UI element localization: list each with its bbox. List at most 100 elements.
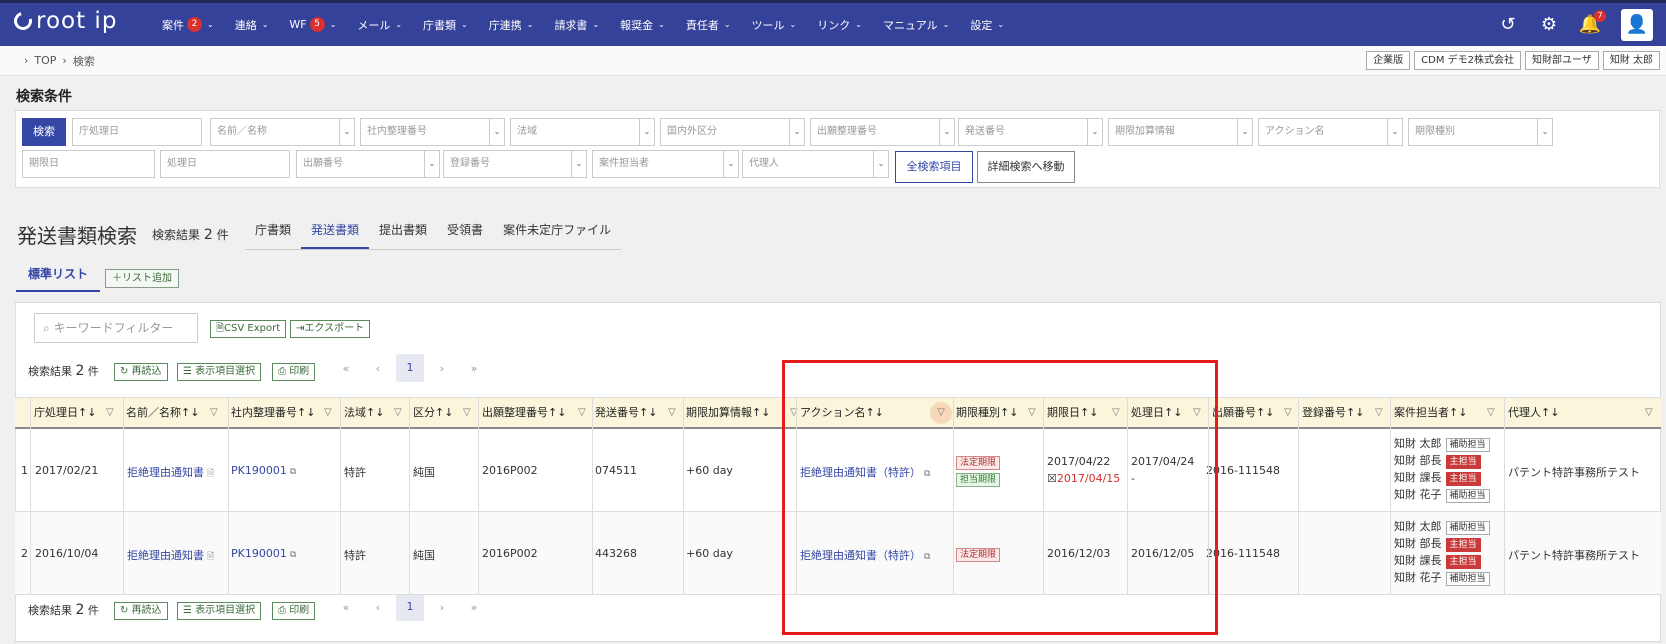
header-chip[interactable]: 知財部ユーザ bbox=[1525, 51, 1599, 70]
tab-doc[interactable]: 受領書 bbox=[437, 218, 493, 249]
search-field[interactable]: 出願整理番号 ⌄ bbox=[810, 118, 955, 146]
column-header[interactable]: 庁処理日↑↓ bbox=[34, 398, 96, 428]
search-field[interactable]: 期限種別 ⌄ bbox=[1408, 118, 1553, 146]
all-fields-button[interactable]: 全検索項目 bbox=[895, 151, 973, 183]
page-nav-icon[interactable]: › bbox=[426, 362, 458, 375]
document-name-link[interactable]: 拒絶理由通知書 🗎 bbox=[127, 464, 214, 482]
action-name-link[interactable]: 拒絶理由通知書（特許） ⧉ bbox=[800, 547, 930, 563]
filter-icon[interactable]: ▽ bbox=[1193, 398, 1201, 428]
column-header[interactable]: 社内整理番号↑↓ bbox=[231, 398, 315, 428]
filter-icon[interactable]: ▽ bbox=[668, 398, 676, 428]
search-field[interactable]: 期限加算情報 ⌄ bbox=[1108, 118, 1253, 146]
page-nav-icon[interactable]: « bbox=[330, 362, 362, 375]
header-chip[interactable]: 企業版 bbox=[1366, 51, 1411, 70]
logo[interactable]: root ip bbox=[10, 8, 117, 34]
search-field[interactable]: 案件担当者 ⌄ bbox=[592, 150, 739, 178]
menu-item[interactable]: メール ⌄ bbox=[357, 17, 402, 33]
internal-ref-link[interactable]: PK190001 ⧉ bbox=[231, 547, 296, 560]
tab-doc[interactable]: 発送書類 bbox=[301, 218, 370, 249]
search-field[interactable]: 名前／名称 ⌄ bbox=[210, 118, 355, 146]
search-field[interactable]: 出願番号 ⌄ bbox=[296, 150, 440, 178]
filter-icon[interactable]: ▽ bbox=[1487, 398, 1495, 428]
filter-icon[interactable]: ▽ bbox=[324, 398, 332, 428]
search-field[interactable]: 期限日 bbox=[22, 150, 155, 178]
menu-item[interactable]: WF 5 ⌄ bbox=[289, 17, 336, 32]
internal-ref-link[interactable]: PK190001 ⧉ bbox=[231, 464, 296, 477]
action-name-link[interactable]: 拒絶理由通知書（特許） ⧉ bbox=[800, 464, 930, 480]
column-header[interactable]: 区分↑↓ bbox=[413, 398, 453, 428]
search-field[interactable]: アクション名 ⌄ bbox=[1258, 118, 1403, 146]
search-field[interactable]: 社内整理番号 ⌄ bbox=[360, 118, 505, 146]
menu-item[interactable]: 連絡 ⌄ bbox=[235, 17, 269, 33]
breadcrumb-top[interactable]: TOP bbox=[34, 54, 56, 67]
reload-button[interactable]: ↻ 再読込 bbox=[114, 602, 168, 620]
filter-icon[interactable]: ▽ bbox=[1645, 398, 1653, 428]
page-nav-icon[interactable]: « bbox=[330, 601, 362, 614]
advanced-search-button[interactable]: 詳細検索へ移動 bbox=[977, 151, 1075, 183]
menu-item[interactable]: 報奨金 ⌄ bbox=[620, 17, 665, 33]
document-name-link[interactable]: 拒絶理由通知書 🗎 bbox=[127, 547, 214, 565]
search-field[interactable]: 法域 ⌄ bbox=[510, 118, 655, 146]
search-field[interactable]: 庁処理日 bbox=[72, 118, 202, 146]
menu-item[interactable]: リンク ⌄ bbox=[817, 17, 862, 33]
print-button[interactable]: ⎙ 印刷 bbox=[272, 363, 316, 381]
column-header[interactable]: 発送番号↑↓ bbox=[595, 398, 657, 428]
search-field[interactable]: 処理日 bbox=[160, 150, 290, 178]
page-nav-icon[interactable]: › bbox=[426, 601, 458, 614]
tab-standard-list[interactable]: 標準リスト bbox=[16, 262, 101, 292]
column-header[interactable]: アクション名↑↓ bbox=[800, 398, 884, 428]
column-header[interactable]: 処理日↑↓ bbox=[1131, 398, 1182, 428]
search-field[interactable]: 国内外区分 ⌄ bbox=[660, 118, 805, 146]
page-number[interactable]: 1 bbox=[396, 354, 424, 382]
menu-item[interactable]: 請求書 ⌄ bbox=[554, 17, 599, 33]
print-button[interactable]: ⎙ 印刷 bbox=[272, 602, 316, 620]
filter-icon[interactable]: ▽ bbox=[578, 398, 586, 428]
filter-icon[interactable]: ▽ bbox=[210, 398, 218, 428]
page-nav-icon[interactable]: ‹ bbox=[362, 362, 394, 375]
csv-export-button[interactable]: 🗎CSV Export bbox=[210, 320, 287, 338]
add-list-button[interactable]: ＋リスト追加 bbox=[105, 269, 179, 288]
page-nav-icon[interactable]: ‹ bbox=[362, 601, 394, 614]
search-field[interactable]: 代理人 ⌄ bbox=[742, 150, 889, 178]
page-nav-icon[interactable]: » bbox=[458, 362, 490, 375]
columns-select-button[interactable]: ☰ 表示項目選択 bbox=[177, 363, 262, 381]
search-field[interactable]: 発送番号 ⌄ bbox=[958, 118, 1103, 146]
search-button[interactable]: 検索 bbox=[22, 118, 66, 146]
keyword-filter-input[interactable]: ⌕ キーワードフィルター bbox=[34, 313, 198, 343]
filter-icon[interactable]: ▽ bbox=[1375, 398, 1383, 428]
column-header[interactable]: 期限種別↑↓ bbox=[956, 398, 1018, 428]
column-header[interactable]: 登録番号↑↓ bbox=[1302, 398, 1364, 428]
filter-icon[interactable]: ▽ bbox=[106, 398, 114, 428]
menu-item[interactable]: 設定 ⌄ bbox=[970, 17, 1004, 33]
menu-item[interactable]: 庁連携 ⌄ bbox=[489, 17, 534, 33]
header-chip[interactable]: CDM デモ2株式会社 bbox=[1414, 51, 1521, 70]
column-header[interactable]: 出願整理番号↑↓ bbox=[482, 398, 566, 428]
filter-icon[interactable]: ▽ bbox=[1028, 398, 1036, 428]
filter-icon[interactable]: ▽ bbox=[1284, 398, 1292, 428]
menu-item[interactable]: マニュアル ⌄ bbox=[883, 17, 949, 33]
menu-item[interactable]: 責任者 ⌄ bbox=[686, 17, 731, 33]
filter-icon[interactable]: ▽ bbox=[463, 398, 471, 428]
filter-icon[interactable]: ▽ bbox=[394, 398, 402, 428]
page-nav-icon[interactable]: » bbox=[458, 601, 490, 614]
menu-item[interactable]: 案件 2 ⌄ bbox=[162, 17, 214, 33]
page-number[interactable]: 1 bbox=[396, 593, 424, 621]
export-button[interactable]: ⇥エクスポート bbox=[290, 320, 371, 338]
reload-button[interactable]: ↻ 再読込 bbox=[114, 363, 168, 381]
column-header[interactable]: 名前／名称↑↓ bbox=[126, 398, 199, 428]
header-chip[interactable]: 知財 太郎 bbox=[1602, 51, 1660, 70]
columns-select-button[interactable]: ☰ 表示項目選択 bbox=[177, 602, 262, 620]
bell-icon[interactable]: 🔔 7 bbox=[1579, 9, 1606, 35]
avatar[interactable]: 👤 bbox=[1621, 8, 1653, 41]
column-header[interactable]: 代理人↑↓ bbox=[1508, 398, 1559, 428]
filter-icon[interactable]: ▽ bbox=[1112, 398, 1120, 428]
tab-doc[interactable]: 案件未定庁ファイル bbox=[493, 218, 621, 249]
column-header[interactable]: 出願番号↑↓ bbox=[1212, 398, 1274, 428]
column-header[interactable]: 期限日↑↓ bbox=[1047, 398, 1098, 428]
tab-doc[interactable]: 庁書類 bbox=[245, 218, 301, 249]
menu-item[interactable]: 庁書類 ⌄ bbox=[423, 17, 468, 33]
filter-icon[interactable]: ▽ bbox=[930, 402, 952, 424]
menu-item[interactable]: ツール ⌄ bbox=[752, 17, 797, 33]
search-field[interactable]: 登録番号 ⌄ bbox=[443, 150, 587, 178]
gear-icon[interactable]: ⚙ bbox=[1539, 14, 1559, 35]
